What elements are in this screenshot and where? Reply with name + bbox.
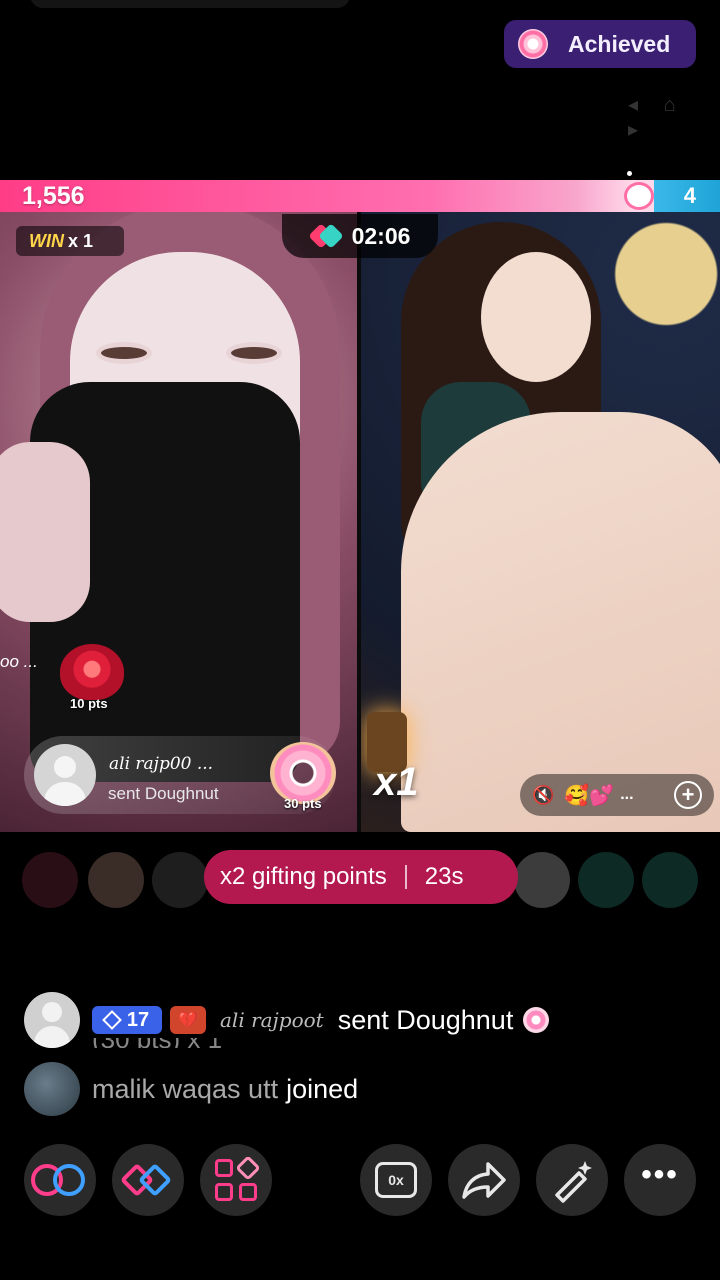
left-gift-user: oo ... [0, 652, 38, 671]
spark-dot [627, 171, 632, 176]
level-badge: 17 [92, 1006, 162, 1034]
gifter-avatar[interactable] [22, 852, 78, 908]
gift-action-text: sent Doughnut [108, 784, 219, 803]
level-number: 17 [126, 1008, 150, 1031]
avatar[interactable] [24, 1062, 80, 1116]
infinity-link-icon [31, 1164, 89, 1196]
grid-icon [215, 1155, 261, 1201]
ellipsis-icon: ••• [641, 1158, 679, 1191]
battle-timer: 02:06 [282, 214, 438, 258]
boost-label: x2 gifting points [220, 863, 387, 890]
doughnut-icon [518, 29, 548, 59]
join-username[interactable]: malik waqas utt [92, 1074, 278, 1105]
win-streak-badge: WIN x 1 [16, 226, 124, 256]
doughnut-gift-icon [270, 742, 336, 804]
eye-left [96, 342, 152, 364]
right-host-video[interactable] [361, 212, 720, 832]
left-score: 1,556 [22, 182, 85, 210]
diamond-icon [101, 1010, 122, 1030]
battle-button[interactable] [112, 1144, 184, 1216]
more-options-button[interactable]: ••• [624, 1144, 696, 1216]
boost-separator [404, 865, 407, 889]
add-icon[interactable]: + [674, 781, 702, 809]
avatar[interactable] [24, 992, 80, 1048]
battle-score-bar [0, 180, 720, 212]
emoji-reactions-icon: 🥰💕 [564, 784, 615, 807]
rose-points: 10 pts [70, 696, 108, 711]
magic-wand-icon [549, 1157, 595, 1203]
win-count: x 1 [68, 231, 94, 251]
broken-heart-icon: 💔 [170, 1006, 206, 1034]
gifter-avatar[interactable] [88, 852, 144, 908]
right-score: 4 [683, 183, 696, 208]
more-features-button[interactable] [200, 1144, 272, 1216]
saree-shape [401, 412, 720, 832]
right-host-controls: 🔇 🥰💕 ... + [520, 774, 714, 816]
share-button[interactable] [448, 1144, 520, 1216]
host-face [481, 252, 591, 382]
more-dots: ... [620, 786, 634, 803]
chat-text: sent Doughnut [337, 1004, 514, 1035]
avatar[interactable] [34, 744, 96, 806]
battle-gloves-icon [119, 1160, 177, 1200]
chat-username[interactable]: ali rajpoot [220, 1008, 324, 1032]
join-text: joined [286, 1073, 359, 1104]
score-knob-icon [624, 182, 654, 210]
join-notification: malik waqas utt joined [24, 1062, 358, 1116]
top-status-pill [30, 0, 350, 8]
boost-countdown: 23s [424, 863, 464, 890]
win-label: WIN [29, 231, 64, 251]
doughnut-icon [523, 1007, 550, 1033]
gifter-avatar[interactable] [152, 852, 208, 908]
gifter-avatar[interactable] [578, 852, 634, 908]
chat-overflow-text: (30 pts) x 1 [92, 1038, 282, 1048]
rose-gift-icon [60, 644, 124, 700]
match-button[interactable] [24, 1144, 96, 1216]
gifter-avatar[interactable] [642, 852, 698, 908]
battle-gloves-icon [307, 223, 344, 249]
eye-right [226, 342, 282, 364]
faint-home-icon: ◂ ⌂ ▸ [628, 94, 686, 141]
timer-text: 02:06 [351, 222, 411, 249]
message-icon: 0x [375, 1162, 417, 1198]
gifter-avatar[interactable] [514, 852, 570, 908]
achieved-label: Achieved [568, 30, 671, 57]
share-arrow-icon [460, 1160, 508, 1200]
doughnut-points: 30 pts [284, 796, 322, 811]
achieved-button[interactable]: Achieved [504, 20, 696, 68]
chat-overflow-line: (30 pts) x 1 [92, 1038, 282, 1048]
comment-button[interactable]: 0x [360, 1144, 432, 1216]
gifting-boost-pill[interactable]: x2 gifting points 23s [204, 850, 518, 904]
gift-sender-name: ali rajp00 ... [109, 754, 214, 774]
mute-icon[interactable]: 🔇 [532, 785, 554, 806]
right-multiplier: x1 [374, 760, 419, 804]
effects-button[interactable] [536, 1144, 608, 1216]
hand-shape [0, 442, 90, 622]
